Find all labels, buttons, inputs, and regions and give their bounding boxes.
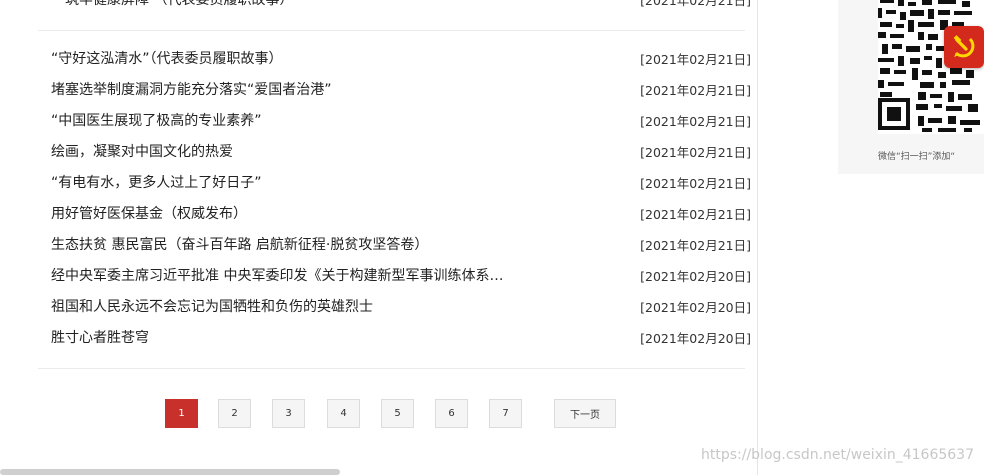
news-title[interactable]: “中国医生展现了极高的专业素养” <box>51 110 262 130</box>
news-title[interactable]: 经中央军委主席习近平批准 中央军委印发《关于构建新型军事训练体系… <box>51 265 503 285</box>
news-date: [2021年02月21日] <box>640 237 751 253</box>
page-button-7[interactable]: 7 <box>489 399 522 428</box>
news-date: [2021年02月20日] <box>640 268 751 284</box>
list-item[interactable]: 堵塞选举制度漏洞方能充分落实“爱国者治港” [2021年02月21日] <box>51 79 751 99</box>
page-button-4[interactable]: 4 <box>327 399 360 428</box>
list-item[interactable]: 生态扶贫 惠民富民（奋斗百年路 启航新征程·脱贫攻坚答卷） [2021年02月21… <box>51 234 751 254</box>
list-item[interactable]: “有电有水，更多人过上了好日子” [2021年02月21日] <box>51 172 751 192</box>
list-item[interactable]: “中国医生展现了极高的专业素养” [2021年02月21日] <box>51 110 751 130</box>
news-title[interactable]: “守好这泓清水”（代表委员履职故事） <box>51 48 283 68</box>
news-date: [2021年02月21日] <box>640 175 751 191</box>
page-button-3[interactable]: 3 <box>272 399 305 428</box>
news-title[interactable]: 用好管好医保基金（权威发布） <box>51 203 247 223</box>
news-title[interactable]: “有电有水，更多人过上了好日子” <box>51 172 262 192</box>
list-item[interactable]: “守好这泓清水”（代表委员履职故事） [2021年02月21日] <box>51 48 751 68</box>
divider-bottom <box>38 368 745 369</box>
news-title[interactable]: 祖国和人民永远不会忘记为国牺牲和负伤的英雄烈士 <box>51 296 373 316</box>
news-title[interactable]: 绘画，凝聚对中国文化的热爱 <box>51 141 233 161</box>
horizontal-scrollbar[interactable] <box>0 469 340 475</box>
page-button-1[interactable]: 1 <box>165 399 198 428</box>
news-title[interactable]: 胜寸心者胜苍穹 <box>51 327 149 347</box>
list-item[interactable]: 祖国和人民永远不会忘记为国牺牲和负伤的英雄烈士 [2021年02月20日] <box>51 296 751 316</box>
news-date: [2021年02月21日] <box>640 113 751 129</box>
list-item[interactable]: 绘画，凝聚对中国文化的热爱 [2021年02月21日] <box>51 141 751 161</box>
page-button-2[interactable]: 2 <box>218 399 251 428</box>
news-date: [2021年02月21日] <box>640 51 751 67</box>
list-item[interactable]: 胜寸心者胜苍穹 [2021年02月20日] <box>51 327 751 347</box>
watermark-text: https://blog.csdn.net/weixin_41665637 <box>700 447 974 463</box>
news-date: [2021年02月21日] <box>640 144 751 160</box>
news-date: [2021年02月20日] <box>640 299 751 315</box>
news-date: [2021年02月21日] <box>640 206 751 222</box>
hammer-sickle-icon <box>953 35 975 58</box>
list-item[interactable]: 经中央军委主席习近平批准 中央军委印发《关于构建新型军事训练体系… [2021年0… <box>51 265 751 285</box>
news-date: [2021年02月20日] <box>640 330 751 346</box>
divider-top <box>38 30 745 31</box>
news-title[interactable]: 堵塞选举制度漏洞方能充分落实“爱国者治港” <box>51 79 332 99</box>
news-title[interactable]: 生态扶贫 惠民富民（奋斗百年路 启航新征程·脱贫攻坚答卷） <box>51 234 428 254</box>
news-date: [2021年02月21日] <box>640 0 751 8</box>
list-item-clipped[interactable]: 筑牢健康屏障 （代表委员履职故事） [2021年02月21日] <box>65 0 751 9</box>
qr-caption: 微信“扫一扫”添加“ <box>878 152 955 162</box>
party-emblem-icon[interactable] <box>944 26 984 68</box>
next-page-button[interactable]: 下一页 <box>554 399 616 428</box>
page-button-5[interactable]: 5 <box>381 399 414 428</box>
news-title[interactable]: 筑牢健康屏障 （代表委员履职故事） <box>65 0 293 9</box>
page-button-6[interactable]: 6 <box>435 399 468 428</box>
news-date: [2021年02月21日] <box>640 82 751 98</box>
list-item[interactable]: 用好管好医保基金（权威发布） [2021年02月21日] <box>51 203 751 223</box>
